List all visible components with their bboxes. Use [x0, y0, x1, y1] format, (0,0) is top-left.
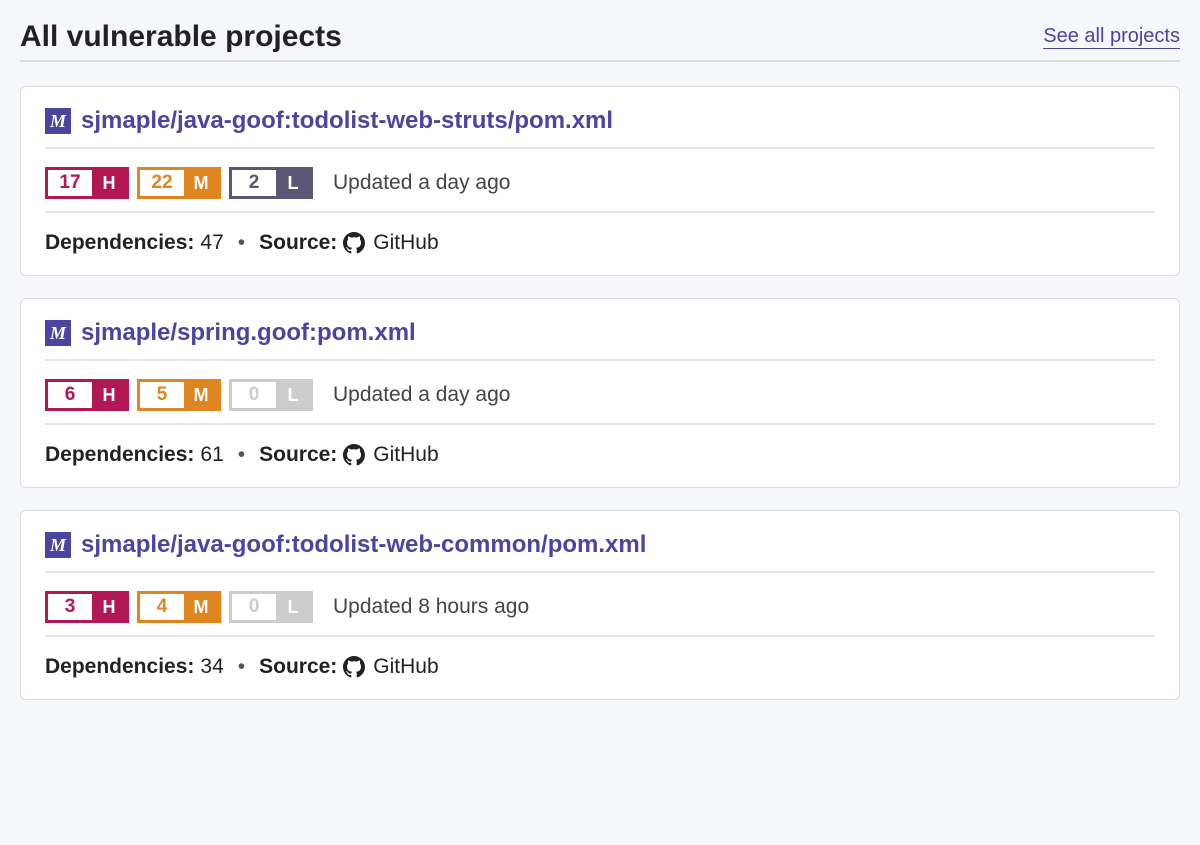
severity-high-badge: 17 H — [45, 167, 129, 199]
source-label: Source: — [259, 655, 337, 679]
severity-medium-label: M — [184, 382, 218, 408]
source-value: GitHub — [373, 655, 438, 679]
severity-badges: 3 H 4 M 0 L — [45, 591, 313, 623]
severity-high-count: 6 — [48, 382, 92, 408]
see-all-projects-link[interactable]: See all projects — [1043, 25, 1180, 49]
source-value: GitHub — [373, 443, 438, 467]
divider — [45, 211, 1155, 213]
dependencies-count: 61 — [200, 443, 223, 467]
severity-medium-count: 22 — [140, 170, 184, 196]
maven-icon: M — [45, 532, 71, 558]
severity-medium-badge: 22 M — [137, 167, 221, 199]
github-icon — [343, 656, 365, 678]
severity-low-badge: 2 L — [229, 167, 313, 199]
github-icon — [343, 232, 365, 254]
github-icon — [343, 444, 365, 466]
project-card: M sjmaple/java-goof:todolist-web-struts/… — [20, 86, 1180, 276]
severity-medium-label: M — [184, 170, 218, 196]
severity-low-label: L — [276, 382, 310, 408]
divider — [45, 423, 1155, 425]
severity-medium-badge: 5 M — [137, 379, 221, 411]
divider — [45, 147, 1155, 149]
maven-icon: M — [45, 320, 71, 346]
page-title: All vulnerable projects — [20, 20, 342, 54]
severity-high-badge: 6 H — [45, 379, 129, 411]
project-meta: Dependencies: 47 • Source: GitHub — [45, 231, 1155, 255]
dependencies-label: Dependencies: — [45, 231, 194, 255]
project-card: M sjmaple/spring.goof:pom.xml 6 H 5 M 0 … — [20, 298, 1180, 488]
separator: • — [238, 443, 245, 467]
severity-low-label: L — [276, 594, 310, 620]
project-name-link[interactable]: sjmaple/java-goof:todolist-web-common/po… — [81, 531, 646, 559]
severity-medium-label: M — [184, 594, 218, 620]
separator: • — [238, 231, 245, 255]
dependencies-label: Dependencies: — [45, 443, 194, 467]
severity-badges: 6 H 5 M 0 L — [45, 379, 313, 411]
severity-low-count: 0 — [232, 594, 276, 620]
source-label: Source: — [259, 443, 337, 467]
source-label: Source: — [259, 231, 337, 255]
severity-high-badge: 3 H — [45, 591, 129, 623]
project-card: M sjmaple/java-goof:todolist-web-common/… — [20, 510, 1180, 700]
project-name-link[interactable]: sjmaple/spring.goof:pom.xml — [81, 319, 416, 347]
severity-low-label: L — [276, 170, 310, 196]
severity-high-label: H — [92, 594, 126, 620]
severity-high-count: 17 — [48, 170, 92, 196]
dependencies-count: 47 — [200, 231, 223, 255]
updated-label: Updated 8 hours ago — [333, 595, 529, 619]
updated-label: Updated a day ago — [333, 171, 510, 195]
severity-medium-count: 4 — [140, 594, 184, 620]
severity-low-badge: 0 L — [229, 379, 313, 411]
severity-low-badge: 0 L — [229, 591, 313, 623]
severity-medium-badge: 4 M — [137, 591, 221, 623]
severity-high-count: 3 — [48, 594, 92, 620]
severity-badges: 17 H 22 M 2 L — [45, 167, 313, 199]
source-value: GitHub — [373, 231, 438, 255]
severity-low-count: 2 — [232, 170, 276, 196]
severity-high-label: H — [92, 170, 126, 196]
severity-high-label: H — [92, 382, 126, 408]
severity-medium-count: 5 — [140, 382, 184, 408]
separator: • — [238, 655, 245, 679]
severity-low-count: 0 — [232, 382, 276, 408]
maven-icon: M — [45, 108, 71, 134]
header-divider — [20, 60, 1180, 62]
divider — [45, 635, 1155, 637]
dependencies-count: 34 — [200, 655, 223, 679]
project-name-link[interactable]: sjmaple/java-goof:todolist-web-struts/po… — [81, 107, 613, 135]
divider — [45, 359, 1155, 361]
divider — [45, 571, 1155, 573]
dependencies-label: Dependencies: — [45, 655, 194, 679]
updated-label: Updated a day ago — [333, 383, 510, 407]
project-meta: Dependencies: 34 • Source: GitHub — [45, 655, 1155, 679]
project-meta: Dependencies: 61 • Source: GitHub — [45, 443, 1155, 467]
